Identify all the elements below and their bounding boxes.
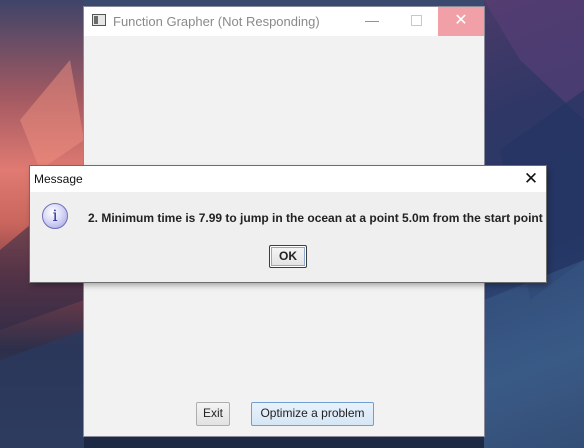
dialog-titlebar[interactable]: Message ✕: [30, 166, 546, 192]
optimize-problem-button[interactable]: Optimize a problem: [251, 402, 374, 426]
app-icon: [92, 14, 106, 26]
dialog-message: 2. Minimum time is 7.99 to jump in the o…: [88, 211, 543, 225]
close-icon: ✕: [454, 12, 468, 29]
info-glyph: i: [52, 206, 58, 225]
ok-button[interactable]: OK: [269, 245, 307, 268]
dialog-close-button[interactable]: ✕: [520, 168, 542, 190]
exit-button[interactable]: Exit: [196, 402, 230, 426]
maximize-button[interactable]: [402, 7, 432, 36]
info-icon: i: [42, 203, 68, 229]
dialog-title: Message: [34, 172, 83, 186]
window-title: Function Grapher (Not Responding): [113, 14, 320, 29]
message-dialog: Message ✕ i 2. Minimum time is 7.99 to j…: [30, 166, 546, 282]
close-window-button[interactable]: ✕: [438, 7, 484, 36]
main-titlebar[interactable]: Function Grapher (Not Responding) — ✕: [84, 7, 484, 36]
minimize-button[interactable]: —: [357, 7, 387, 36]
